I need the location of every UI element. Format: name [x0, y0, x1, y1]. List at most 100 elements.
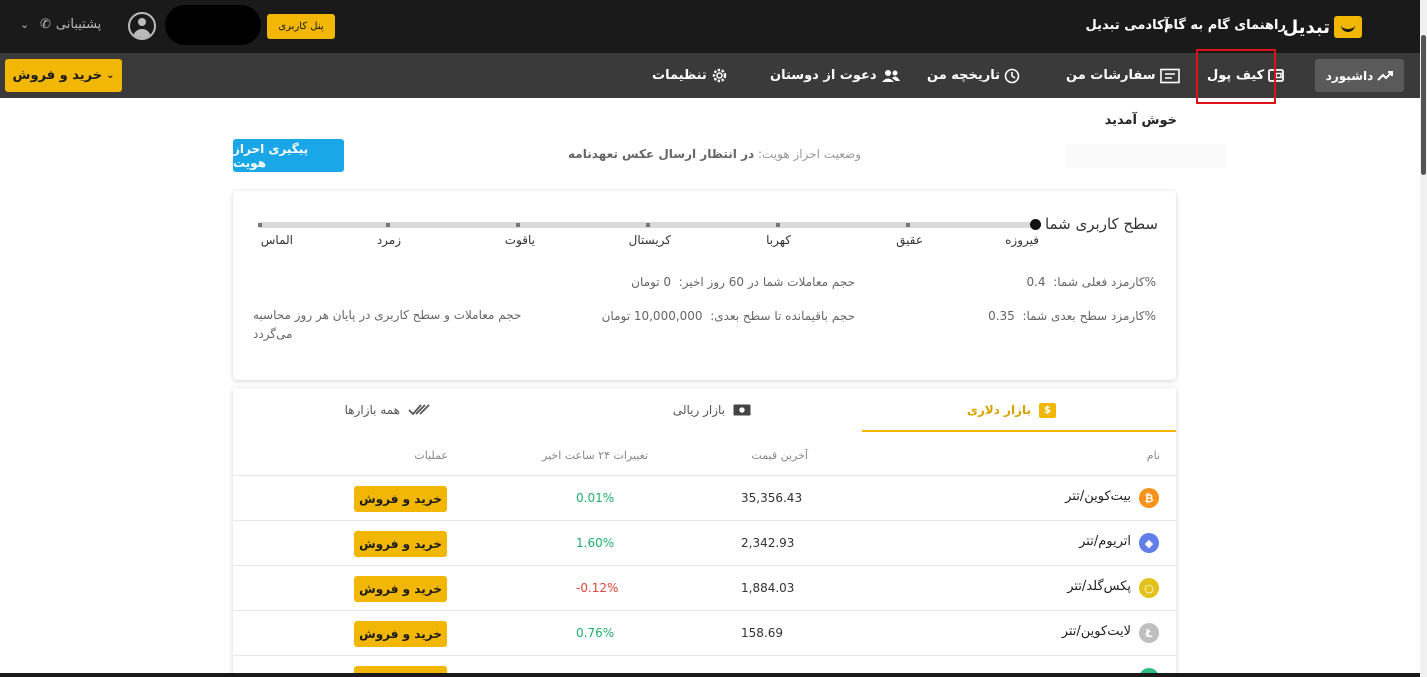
scrollbar-thumb[interactable]: [1421, 35, 1426, 175]
tab-rial-label: بازار ریالی: [672, 403, 725, 417]
nav-history[interactable]: تاریخچه من: [927, 53, 1020, 98]
pair-name[interactable]: لایت‌کوین/تتر: [1062, 624, 1131, 639]
support-label: پشتیبانی: [55, 17, 102, 32]
tier-marker: [646, 223, 650, 227]
status-label: وضعیت احراز هویت:: [757, 147, 861, 161]
trade-volume: حجم معاملات شما در 60 روز اخیر: 0 تومان: [631, 275, 855, 289]
buy-sell-menu-button[interactable]: خرید و فروش ⌄: [5, 59, 122, 92]
market-table-card: بازار دلاری $ بازار ریالی همه بازارها نا…: [233, 388, 1176, 677]
tier-label: زمرد: [376, 233, 401, 247]
table-row: ◆ اتریوم/تتر 2,342.93 1.60% خرید و فروش: [233, 521, 1176, 566]
invite-label: دعوت از دوستان: [770, 68, 877, 83]
trade-button[interactable]: خرید و فروش: [354, 621, 447, 647]
price-change-24h: 1.60%: [576, 536, 615, 550]
current-fee-label: کارمزد فعلی شما:: [1053, 275, 1145, 289]
current-level-marker: [1030, 219, 1041, 230]
gear-icon: [712, 68, 727, 83]
brand-icon: [1334, 16, 1362, 38]
user-panel-button[interactable]: پنل کاربری: [267, 14, 335, 39]
tier-label: یاقوت: [504, 233, 535, 247]
redacted-username: [165, 5, 261, 45]
column-header-name: نام: [1146, 449, 1160, 462]
trade-button[interactable]: خرید و فروش: [354, 531, 447, 557]
level-progress-track: [258, 222, 1038, 228]
verification-status: وضعیت احراز هویت: در انتظار ارسال عکس تع…: [568, 147, 861, 161]
trade-volume-value: 0 تومان: [631, 275, 672, 289]
nav-orders[interactable]: سفارشات من: [1066, 53, 1180, 98]
column-header-change: تغییرات ۲۴ ساعت اخیر: [542, 449, 648, 462]
active-tab-indicator: [862, 430, 1176, 432]
guide-link[interactable]: راهنمای گام به گام: [1164, 18, 1286, 33]
status-value: در انتظار ارسال عکس تعهدنامه: [568, 147, 755, 161]
table-row: ₿ بیت‌کوین/تتر 35,356.43 0.01% خرید و فروش: [233, 476, 1176, 521]
history-label: تاریخچه من: [927, 68, 1001, 83]
next-fee: کارمزد سطح بعدی شما: 0.35%: [988, 309, 1156, 323]
paxgold-icon: ○: [1139, 578, 1159, 598]
tier-marker: [776, 223, 780, 227]
tier-label: کهربا: [766, 233, 791, 247]
remaining-volume-value: 10,000,000 تومان: [601, 309, 703, 323]
dollar-icon: $: [1039, 402, 1056, 418]
pair-name[interactable]: اتریوم/تتر: [1079, 534, 1131, 549]
litecoin-icon: Ł: [1139, 623, 1159, 643]
tier-marker: [906, 223, 910, 227]
current-fee: کارمزد فعلی شما: 0.4%: [1026, 275, 1156, 289]
avatar[interactable]: [128, 12, 156, 40]
tier-label: فیروزه: [1005, 233, 1039, 247]
dashboard-button[interactable]: داشبورد: [1315, 59, 1404, 92]
price-change-24h: 0.01%: [576, 491, 615, 505]
academy-link[interactable]: آکادمی تبدیل: [1086, 18, 1169, 33]
trade-button[interactable]: خرید و فروش: [354, 486, 447, 512]
top-bar: تبدیل راهنمای گام به گام آکادمی تبدیل پن…: [0, 0, 1420, 53]
trade-button[interactable]: خرید و فروش: [354, 576, 447, 602]
remaining-volume: حجم باقیمانده تا سطح بعدی: 10,000,000 تو…: [602, 309, 855, 323]
verify-identity-button[interactable]: پیگیری احراز هویت: [233, 139, 344, 172]
next-fee-label: کارمزد سطح بعدی شما:: [1022, 309, 1145, 323]
tab-rial-market[interactable]: بازار ریالی: [673, 388, 751, 432]
price-change-24h: -0.12%: [576, 581, 619, 595]
wallet-highlight-box: [1196, 49, 1276, 104]
tab-dollar-market[interactable]: بازار دلاری $: [967, 388, 1056, 432]
tier-marker: [516, 223, 520, 227]
support-menu[interactable]: ⌄ ✆ پشتیبانی: [20, 17, 102, 32]
column-header-price: آخرین قیمت: [751, 449, 808, 462]
bottom-edge: [0, 673, 1420, 677]
cash-icon: [733, 404, 751, 416]
orders-label: سفارشات من: [1066, 68, 1156, 83]
table-row: ○ پکس‌گلد/تتر 1,884.03 -0.12% خرید و فروش: [233, 566, 1176, 611]
tab-dollar-label: بازار دلاری: [966, 403, 1031, 417]
redacted-name: [1066, 144, 1226, 168]
dashboard-label: داشبورد: [1325, 68, 1374, 83]
orders-icon: [1159, 68, 1180, 83]
phone-icon: ✆: [40, 17, 51, 32]
users-icon: [881, 69, 900, 82]
tier-marker: [386, 223, 390, 227]
remaining-volume-label: حجم باقیمانده تا سطح بعدی:: [710, 309, 855, 323]
level-title: سطح کاربری شما: [1044, 215, 1158, 233]
table-row: Ł لایت‌کوین/تتر 158.69 0.76% خرید و فروش: [233, 611, 1176, 656]
chart-trend-icon: [1377, 70, 1394, 81]
tier-label: الماس: [260, 233, 293, 247]
ethereum-icon: ◆: [1139, 533, 1159, 553]
column-header-actions: عملیات: [414, 449, 448, 462]
price-change-24h: 0.76%: [576, 626, 615, 640]
tab-all-label: همه بازارها: [344, 403, 400, 417]
tab-all-markets[interactable]: همه بازارها: [345, 388, 430, 432]
brand-logo[interactable]: تبدیل: [1283, 14, 1362, 40]
welcome-heading: خوش آمدید: [1104, 113, 1177, 128]
tier-label: عقیق: [896, 233, 923, 247]
settings-label: تنظیمات: [652, 68, 707, 83]
last-price: 2,342.93: [741, 536, 795, 550]
page-scrollbar[interactable]: [1420, 0, 1427, 677]
pair-name[interactable]: بیت‌کوین/تتر: [1065, 489, 1131, 504]
trade-volume-label: حجم معاملات شما در 60 روز اخیر:: [678, 275, 855, 289]
nav-invite[interactable]: دعوت از دوستان: [770, 53, 901, 98]
tier-marker: [258, 223, 262, 227]
pair-name[interactable]: پکس‌گلد/تتر: [1067, 579, 1131, 594]
bitcoin-icon: ₿: [1139, 488, 1159, 508]
last-price: 35,356.43: [741, 491, 803, 505]
last-price: 158.69: [741, 626, 783, 640]
buy-sell-label: خرید و فروش: [12, 68, 103, 83]
nav-settings[interactable]: تنظیمات: [652, 53, 728, 98]
double-check-icon: [408, 404, 430, 416]
